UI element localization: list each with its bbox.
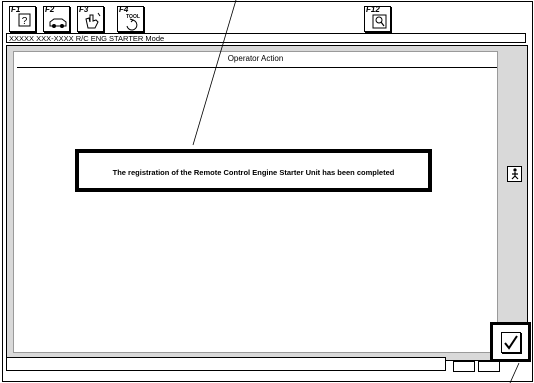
mode-bar: XXXXX XXX-XXXX R/C ENG STARTER Mode [6,33,526,43]
f4-tool-button[interactable]: F4 TOOL [117,5,144,32]
svg-text:?: ? [22,16,28,27]
content-area: Operator Action The registration of the … [13,51,498,353]
tool-text: TOOL [126,14,140,20]
message-text: The registration of the Remote Control E… [112,168,395,177]
ok-button[interactable] [490,322,531,362]
magnifier-icon [372,14,387,29]
f12-search-button[interactable]: F12 [364,5,391,32]
message-box: The registration of the Remote Control E… [75,149,432,192]
ok-button-face[interactable] [501,332,521,353]
page-title: Operator Action [227,54,284,63]
car-icon [49,18,67,28]
side-action-button[interactable] [507,166,522,182]
help-icon: ? [18,13,31,27]
status-bar [6,357,446,371]
hand-icon [85,12,101,29]
person-icon [511,168,519,180]
main-panel: Operator Action The registration of the … [6,45,528,361]
f2-button[interactable]: F2 [43,5,70,32]
tool-icon: TOOL [126,14,140,31]
mode-bar-text: XXXXX XXX-XXXX R/C ENG STARTER Mode [9,34,165,43]
f3-button[interactable]: F3 [77,5,104,32]
f1-help-button[interactable]: F1 ? [9,5,36,32]
footer-field-2 [478,361,500,372]
footer-field-1 [453,361,475,372]
heading-divider [17,67,497,68]
checkmark-icon [504,335,518,350]
